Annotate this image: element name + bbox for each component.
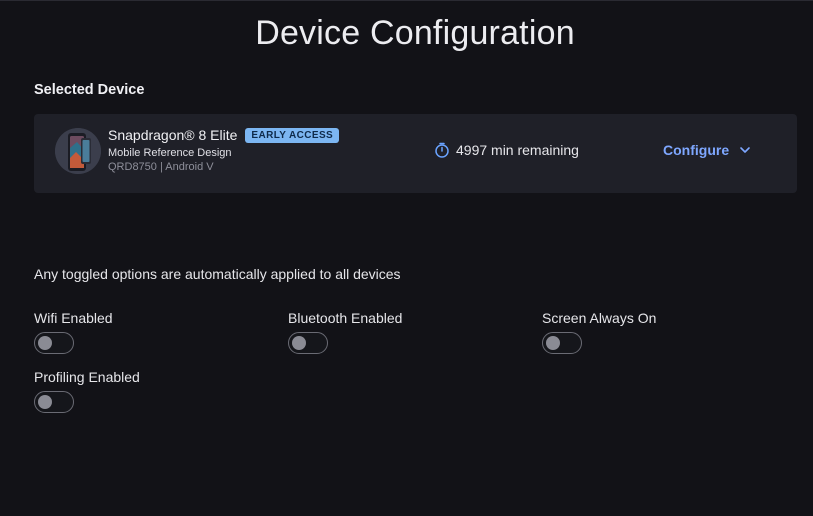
device-card: Snapdragon® 8 Elite EARLY ACCESS Mobile …: [34, 114, 797, 193]
device-subtitle: Mobile Reference Design: [108, 147, 232, 159]
top-divider: [0, 0, 813, 1]
toggle-screen-always-on: Screen Always On: [542, 310, 656, 354]
configure-button[interactable]: Configure: [663, 142, 751, 158]
wifi-switch[interactable]: [34, 332, 74, 354]
screen-always-on-label: Screen Always On: [542, 310, 657, 326]
toggle-note: Any toggled options are automatically ap…: [34, 266, 401, 282]
stopwatch-icon: [435, 142, 449, 158]
early-access-badge: EARLY ACCESS: [245, 127, 340, 143]
switch-knob: [546, 335, 560, 350]
bluetooth-switch[interactable]: [288, 332, 328, 354]
screen-always-on-switch[interactable]: [542, 332, 582, 354]
wifi-label: Wifi Enabled: [34, 310, 113, 326]
device-image: [55, 128, 101, 174]
remaining-time: 4997 min remaining: [434, 142, 579, 158]
phone-image-icon: [55, 128, 101, 174]
switch-knob: [38, 335, 52, 350]
page-title: Device Configuration: [255, 14, 575, 52]
toggle-bluetooth: Bluetooth Enabled: [288, 310, 402, 354]
profiling-switch[interactable]: [34, 391, 74, 413]
profiling-label: Profiling Enabled: [34, 369, 140, 385]
device-meta: QRD8750 | Android V: [108, 161, 214, 173]
switch-knob: [292, 335, 306, 350]
toggle-profiling: Profiling Enabled: [34, 369, 140, 413]
configure-label: Configure: [663, 142, 730, 158]
chevron-down-icon: [740, 147, 750, 153]
device-name: Snapdragon® 8 Elite: [108, 127, 238, 143]
selected-device-heading: Selected Device: [34, 82, 145, 98]
toggle-wifi: Wifi Enabled: [34, 310, 113, 354]
device-name-row: Snapdragon® 8 Elite EARLY ACCESS: [108, 127, 340, 143]
switch-knob: [38, 394, 52, 409]
bluetooth-label: Bluetooth Enabled: [288, 310, 403, 326]
remaining-time-text: 4997 min remaining: [456, 142, 579, 158]
